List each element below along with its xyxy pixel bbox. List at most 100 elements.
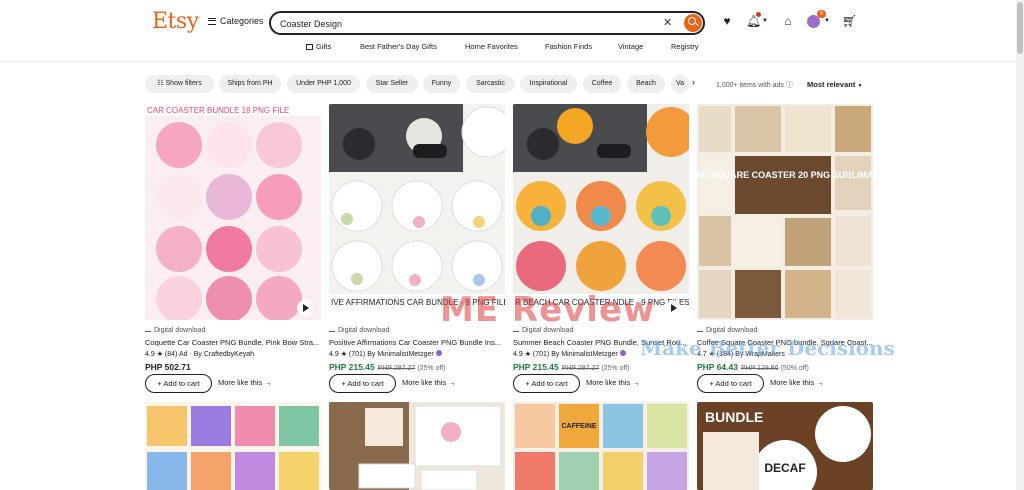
filter-chip[interactable]: Star Seller xyxy=(366,75,418,93)
listing-image[interactable]: COFFEE SQUARE COASTER 20 PNG SUBLIMATION xyxy=(697,104,873,320)
filter-chip[interactable]: Coffee xyxy=(583,75,621,93)
listing-image[interactable]: IVE AFFIRMATIONS CAR BUNDLE - 9 PNG FILE… xyxy=(329,104,505,320)
original-price: PHP 287.27 xyxy=(561,365,600,372)
menu-icon xyxy=(208,17,216,25)
filter-chip[interactable]: Beach xyxy=(627,75,665,93)
funny-coaster-art: CAFFEINE xyxy=(513,402,689,490)
add-to-cart-button[interactable]: + Add to cart xyxy=(513,374,580,393)
chevron-right-icon[interactable]: › xyxy=(692,77,695,87)
heart-icon[interactable]: ♥ xyxy=(720,14,734,28)
listing-image[interactable]: CAFFEINE xyxy=(513,402,689,490)
sort-dropdown[interactable]: Most relevant ▼ xyxy=(807,80,862,89)
nav-item-vintage[interactable]: Vintage xyxy=(618,42,643,51)
listing-title[interactable]: Positive Affirmations Car Coaster PNG Bu… xyxy=(329,337,505,348)
discount: (25% off) xyxy=(601,365,630,372)
more-like-this-link[interactable]: More like this → xyxy=(770,378,824,387)
price: PHP 215.45 xyxy=(513,362,559,372)
bell-icon[interactable]: 🔔︎ xyxy=(746,12,761,28)
search-bar: ✕ xyxy=(269,11,705,35)
star-icon: ★ xyxy=(524,351,531,358)
download-icon xyxy=(329,326,335,332)
watermark-tagline: Make Better Decisions xyxy=(640,336,895,360)
arrow-right-icon: → xyxy=(264,378,272,387)
nav-item-fashion-finds[interactable]: Fashion Finds xyxy=(545,42,592,51)
original-price: PHP 287.27 xyxy=(377,365,416,372)
star-icon: ★ xyxy=(340,351,347,358)
coquette-coaster-art: CAR COASTER BUNDLE 18 PNG FILE xyxy=(145,104,321,320)
nav-item-fathers-day[interactable]: Best Father's Day Gifts xyxy=(360,42,437,51)
add-to-cart-button[interactable]: + Add to cart xyxy=(329,374,396,393)
play-icon[interactable] xyxy=(297,300,313,316)
add-to-cart-button[interactable]: + Add to cart xyxy=(697,374,764,393)
square-coaster-art xyxy=(329,402,505,490)
arrow-right-icon: → xyxy=(816,378,824,387)
category-nav: Gifts Best Father's Day Gifts Home Favor… xyxy=(0,42,1016,54)
art-text: CAFFEINE xyxy=(562,423,597,430)
star-seller-icon xyxy=(435,350,442,356)
show-filters-button[interactable]: ☷ Show filters xyxy=(145,75,214,93)
more-like-this-link[interactable]: More like this → xyxy=(586,378,640,387)
clear-icon[interactable]: ✕ xyxy=(663,16,672,29)
cart-icon[interactable]: 🛒︎ xyxy=(842,14,857,28)
listing-image[interactable]: BUNDLE DECAF xyxy=(697,402,873,490)
nav-item-home-favorites[interactable]: Home Favorites xyxy=(465,42,518,51)
price-row: PHP 215.45 PHP 287.27 (25% off) xyxy=(329,361,505,373)
search-button[interactable] xyxy=(684,14,702,32)
scrollbar-thumb[interactable] xyxy=(1017,2,1023,54)
digital-download-label: Digital download xyxy=(697,326,873,336)
filter-chip[interactable]: Ships from PH xyxy=(219,75,281,93)
shop-icon[interactable]: ⌂ xyxy=(781,14,795,28)
etsy-logo[interactable]: Etsy xyxy=(152,9,199,34)
listing-actions: + Add to cart More like this → xyxy=(329,374,505,394)
listing-image[interactable]: R BEACH CAR COASTER NDLE - 9 PNG FILES xyxy=(513,104,689,320)
price: PHP 215.45 xyxy=(329,362,375,372)
coffee-coaster-art: COFFEE SQUARE COASTER 20 PNG SUBLIMATION xyxy=(697,104,873,320)
more-like-this-link[interactable]: More like this → xyxy=(402,378,456,387)
filter-chip[interactable]: Funny xyxy=(423,75,460,93)
arrow-right-icon: → xyxy=(448,378,456,387)
nav-item-gifts[interactable]: Gifts xyxy=(306,42,331,51)
quote-coaster-art xyxy=(145,402,321,490)
play-icon[interactable] xyxy=(665,300,681,316)
listing-image[interactable] xyxy=(145,402,321,490)
scrollbar-track[interactable] xyxy=(1016,0,1024,490)
chevron-down-icon[interactable]: ▼ xyxy=(762,18,768,24)
chevron-down-icon[interactable]: ▼ xyxy=(824,18,830,24)
price: PHP 502.71 xyxy=(145,362,191,372)
download-icon xyxy=(145,326,151,332)
art-title-text: COFFEE SQUARE COASTER 20 PNG SUBLIMATION xyxy=(697,170,873,180)
categories-label: Categories xyxy=(220,16,264,26)
bundle-coaster-art: BUNDLE DECAF xyxy=(697,402,873,490)
digital-download-label: Digital download xyxy=(145,326,321,336)
price-row: PHP 64.43 PHP 128.86 (50% off) xyxy=(697,361,873,373)
info-icon: ⓘ xyxy=(785,82,793,89)
more-like-this-link[interactable]: More like this → xyxy=(218,378,272,387)
listing-actions: + Add to cart More like this → xyxy=(145,374,321,394)
discount: (50% off) xyxy=(780,365,809,372)
add-to-cart-button[interactable]: + Add to cart xyxy=(145,374,212,393)
filter-bar: ☷ Show filters Ships from PH Under PHP 1… xyxy=(0,75,1016,95)
listing-actions: + Add to cart More like this → xyxy=(697,374,873,394)
categories-button[interactable]: Categories xyxy=(208,16,264,26)
chevron-down-icon: ▼ xyxy=(857,83,863,89)
filter-chip[interactable]: Va xyxy=(671,75,689,93)
filter-chip[interactable]: Under PHP 1,000 xyxy=(287,75,360,93)
listing-meta: Digital download Coquette Car Coaster PN… xyxy=(145,326,321,393)
results-count: 1,000+ items with ads ⓘ xyxy=(716,82,793,89)
listing-rating: 4.9 ★ (701) By MinimalistMetzger xyxy=(329,349,505,360)
listing-title[interactable]: Coquette Car Coaster PNG Bundle, Pink Bo… xyxy=(145,337,321,348)
filter-icon: ☷ xyxy=(157,80,166,87)
art-title-text: CAR COASTER BUNDLE 18 PNG FILE xyxy=(147,106,289,115)
download-icon xyxy=(697,326,703,332)
search-input[interactable] xyxy=(280,16,650,32)
filter-chip[interactable]: Sarcastic xyxy=(466,75,515,93)
listing-actions: + Add to cart More like this → xyxy=(513,374,689,394)
nav-item-registry[interactable]: Registry xyxy=(671,42,699,51)
filter-chip[interactable]: Inspirational xyxy=(520,75,577,93)
listing-image[interactable] xyxy=(329,402,505,490)
price-row: PHP 502.71 xyxy=(145,361,321,373)
gift-icon xyxy=(306,44,313,50)
listing-image[interactable]: CAR COASTER BUNDLE 18 PNG FILE xyxy=(145,104,321,320)
notification-dot xyxy=(756,12,761,17)
price: PHP 64.43 xyxy=(697,362,738,372)
